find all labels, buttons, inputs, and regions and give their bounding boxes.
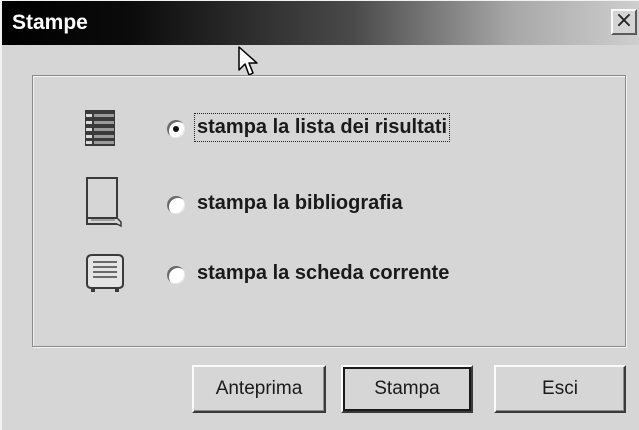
option-label-card[interactable]: stampa la scheda corrente bbox=[197, 262, 449, 285]
list-icon bbox=[85, 110, 115, 146]
option-row-list[interactable]: stampa la lista dei risultati bbox=[33, 102, 627, 162]
preview-button[interactable]: Anteprima bbox=[192, 365, 326, 413]
preview-button-label: Anteprima bbox=[215, 378, 303, 399]
book-icon bbox=[86, 177, 122, 228]
title-bar[interactable]: Stampe × bbox=[2, 1, 639, 45]
print-button-label: Stampa bbox=[374, 378, 440, 399]
print-dialog: Stampe × stampa la lista dei risultati s… bbox=[0, 0, 639, 430]
radio-card[interactable] bbox=[167, 266, 185, 284]
option-row-card[interactable]: stampa la scheda corrente bbox=[33, 250, 627, 310]
print-options-group: stampa la lista dei risultati stampa la … bbox=[32, 75, 626, 347]
close-button[interactable]: × bbox=[611, 9, 637, 35]
close-icon: × bbox=[614, 8, 634, 33]
option-label-bibliography[interactable]: stampa la bibliografia bbox=[197, 192, 403, 215]
card-icon bbox=[86, 254, 124, 292]
print-button[interactable]: Stampa bbox=[341, 365, 473, 413]
option-label-list[interactable]: stampa la lista dei risultati bbox=[193, 113, 451, 142]
exit-button-label: Esci bbox=[542, 378, 578, 399]
radio-bibliography[interactable] bbox=[167, 196, 185, 214]
window-title: Stampe bbox=[12, 11, 88, 34]
mouse-cursor-icon bbox=[238, 46, 258, 76]
exit-button[interactable]: Esci bbox=[494, 365, 626, 413]
option-row-bibliography[interactable]: stampa la bibliografia bbox=[33, 174, 627, 234]
radio-list[interactable] bbox=[167, 120, 185, 138]
